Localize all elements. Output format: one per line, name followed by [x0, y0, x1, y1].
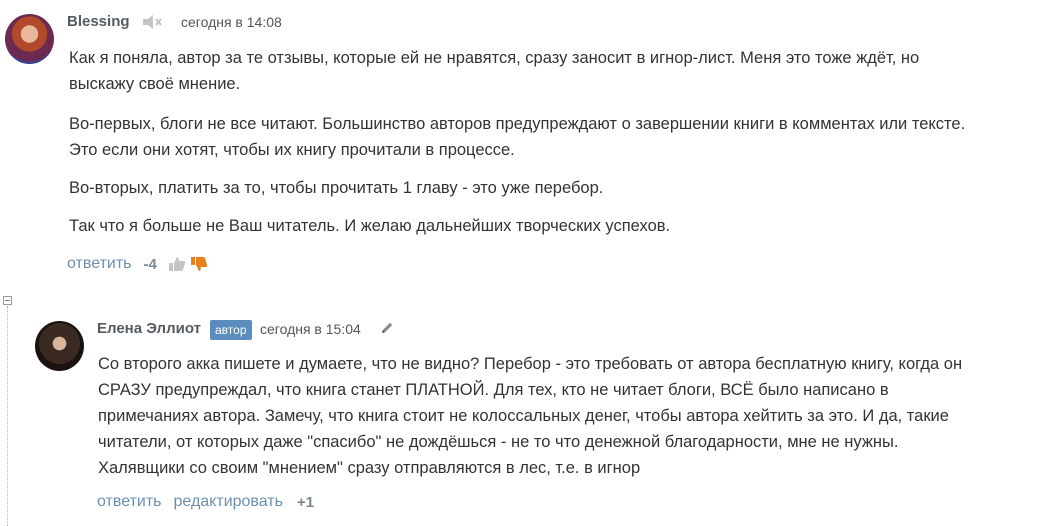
comment-line: Это если они хотят, чтобы их книгу прочи…: [69, 141, 515, 159]
comment-line: Со второго акка пишете и думаете, что не…: [98, 355, 963, 373]
comment-author[interactable]: Blessing: [67, 13, 130, 30]
comment-line: читатели, от которых даже "спасибо" не д…: [98, 433, 899, 451]
comment-line: СРАЗУ предупреждал, что книга станет ПЛА…: [98, 381, 889, 399]
avatar[interactable]: [5, 14, 54, 64]
collapse-minus-icon[interactable]: [3, 296, 12, 305]
avatar[interactable]: [35, 321, 84, 371]
comment-line: Во-вторых, платить за то, чтобы прочитат…: [69, 179, 604, 197]
comment-actions: ответить редактировать +1: [97, 493, 314, 511]
comment-line: выскажу своё мнение.: [69, 75, 241, 93]
comment-actions: ответить -4: [67, 255, 208, 273]
comment-author[interactable]: Елена Эллиот: [97, 320, 201, 337]
comment-line: примечаниях автора. Замечу, что книга ст…: [98, 407, 949, 425]
comment-body: Как я поняла, автор за те отзывы, которы…: [69, 45, 965, 239]
comment-score: -4: [143, 255, 157, 273]
edit-button[interactable]: редактировать: [174, 493, 283, 511]
reply-button[interactable]: ответить: [67, 255, 132, 273]
comment-body: Со второго акка пишете и думаете, что не…: [98, 351, 962, 481]
thumbs-down-icon[interactable]: [190, 256, 208, 272]
comment-line: Халявщики со своим "мнением" сразу отпра…: [98, 459, 641, 477]
comment-line: Так что я больше не Ваш читатель. И жела…: [69, 217, 671, 235]
speaker-muted-icon: [143, 15, 162, 29]
thumbs-up-icon[interactable]: [168, 256, 186, 272]
comment-date: сегодня в 15:04: [260, 321, 361, 337]
pencil-icon[interactable]: [380, 321, 394, 335]
comment-date: сегодня в 14:08: [181, 14, 282, 30]
author-badge: автор: [210, 320, 252, 340]
comment-line: Как я поняла, автор за те отзывы, которы…: [69, 49, 920, 67]
comment-line: Во-первых, блоги не все читают. Большинс…: [69, 115, 966, 133]
comment-score: +1: [296, 493, 315, 511]
thread-line: [7, 306, 8, 526]
reply-button[interactable]: ответить: [97, 493, 162, 511]
